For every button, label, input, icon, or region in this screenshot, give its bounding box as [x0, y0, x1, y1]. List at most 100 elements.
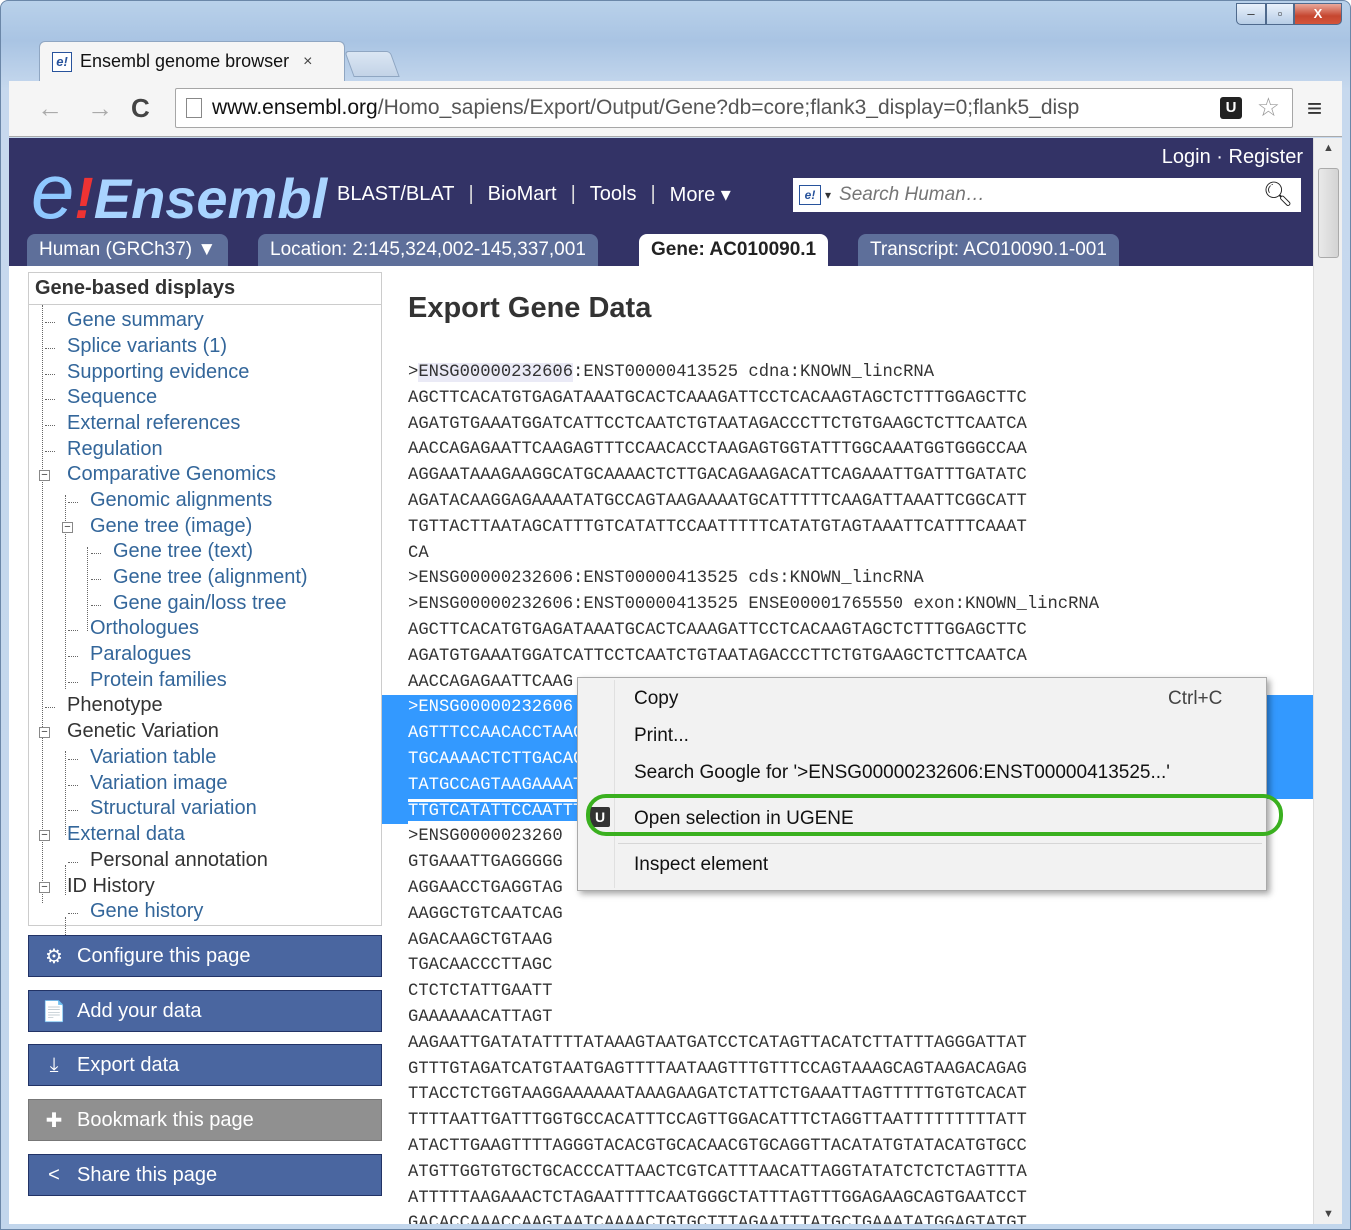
biomart-link[interactable]: BioMart: [488, 183, 557, 206]
close-window-button[interactable]: X: [1294, 3, 1342, 25]
sequence-line: ATGTTGGTGTGCTGCACCCATTAACTCGTCATTTAACATT…: [408, 1162, 1027, 1182]
sidebar-item[interactable]: External references: [67, 412, 240, 435]
chevron-down-icon[interactable]: ▾: [825, 188, 831, 202]
sequence-line: AGATACAAGGAGAAAATATGCCAGTAAGAAAATGCATTTT…: [408, 491, 1027, 511]
sequence-line: AAGAATTGATATATTTTATAAAGTAATGATCCTCATAGTT…: [408, 1033, 1027, 1053]
leftnav-title: Gene-based displays: [29, 273, 381, 305]
fasta-header: >ENSG00000232606:ENST00000413525 cdna:KN…: [408, 363, 935, 382]
sidebar-item[interactable]: External data: [67, 823, 185, 846]
maximize-button[interactable]: ▫: [1266, 3, 1294, 25]
bookmark-icon: ✚: [45, 1109, 63, 1132]
blast-link[interactable]: BLAST/BLAT: [337, 183, 454, 206]
search-engine-icon[interactable]: e!: [799, 185, 821, 205]
tree-expander-icon[interactable]: −: [62, 522, 73, 533]
login-link[interactable]: Login: [1162, 146, 1211, 168]
sequence-line: TGACAACCCTTAGC: [408, 956, 553, 976]
tab-location[interactable]: Location: 2:145,324,002-145,337,001: [258, 234, 598, 266]
search-box: e! ▾ 🔍︎: [793, 178, 1301, 212]
minimize-button[interactable]: –: [1236, 3, 1266, 25]
sidebar-item[interactable]: Gene tree (alignment): [113, 566, 308, 589]
ensembl-favicon-icon: e!: [52, 51, 72, 72]
menu-item-inspect[interactable]: Inspect element: [634, 854, 768, 876]
scroll-up-icon[interactable]: ▲: [1323, 142, 1334, 154]
tab-gene[interactable]: Gene: AC010090.1: [639, 234, 829, 266]
sidebar-item[interactable]: Gene tree (text): [113, 540, 253, 563]
browser-toolbar: ← → C www.ensembl.org /Homo_sapiens/Expo…: [9, 81, 1342, 137]
page-icon: [186, 98, 202, 118]
scroll-thumb[interactable]: [1318, 168, 1339, 258]
sidebar-item[interactable]: Sequence: [67, 386, 157, 409]
fasta-header: >ENSG00000232606:ENST00000413525 cds:KNO…: [408, 569, 924, 589]
sidebar-item[interactable]: Gene tree (image): [90, 515, 252, 538]
forward-icon[interactable]: →: [87, 93, 113, 124]
sequence-line: GTTTGTAGATCATGTAATGAGTTTTAATAAGTTTGTTTCC…: [408, 1059, 1027, 1079]
address-bar[interactable]: www.ensembl.org /Homo_sapiens/Export/Out…: [175, 88, 1293, 128]
bookmark-page-button[interactable]: ✚ Bookmark this page: [28, 1099, 382, 1141]
sidebar-item[interactable]: Personal annotation: [90, 849, 268, 872]
share-page-button[interactable]: < Share this page: [28, 1154, 382, 1196]
vertical-scrollbar[interactable]: ▲ ▼: [1313, 138, 1342, 1224]
fasta-header: >ENSG00000232606:ENST00000413525 ENSE000…: [408, 595, 1100, 615]
sidebar-item[interactable]: Paralogues: [90, 643, 191, 666]
url-host: www.ensembl.org: [212, 96, 378, 119]
add-data-button[interactable]: 📄 Add your data: [28, 990, 382, 1032]
copy-shortcut: Ctrl+C: [1168, 688, 1223, 709]
tree-expander-icon[interactable]: −: [39, 830, 50, 841]
menu-item-search-google[interactable]: Search Google for '>ENSG00000232606:ENST…: [634, 762, 1170, 784]
window-controls: – ▫ X: [1236, 3, 1342, 25]
sidebar-item[interactable]: Variation table: [90, 746, 216, 769]
sidebar-item[interactable]: Comparative Genomics: [67, 463, 276, 486]
sidebar-item[interactable]: Genetic Variation: [67, 720, 219, 743]
sidebar-item[interactable]: Supporting evidence: [67, 361, 249, 384]
sidebar-item[interactable]: Gene summary: [67, 309, 204, 332]
sequence-line: AGATGTGAAATGGATCATTCCTCAATCTGTAATAGACCCT…: [408, 646, 1027, 666]
browser-tab[interactable]: e! Ensembl genome browser ×: [39, 41, 345, 81]
sequence-line: AACCAGAGAATTCAAGAGTTTCCAACACCTAAGAGTGGTA…: [408, 440, 1027, 460]
new-tab-button[interactable]: [344, 51, 400, 77]
sidebar-item[interactable]: Splice variants (1): [67, 335, 227, 358]
sidebar-item[interactable]: Orthologues: [90, 617, 199, 640]
sequence-line: TTTTAATTGATTTGGTGCCACATTTCCAGTTGGACATTTC…: [408, 1111, 1027, 1131]
ensembl-logo[interactable]: e!Ensembl: [31, 146, 327, 237]
menu-item-print[interactable]: Print...: [634, 725, 689, 747]
tree-expander-icon[interactable]: −: [39, 882, 50, 893]
ugene-extension-icon[interactable]: U: [1220, 97, 1242, 119]
sidebar-item[interactable]: Genomic alignments: [90, 489, 272, 512]
page-title: Export Gene Data: [408, 292, 652, 324]
sidebar-item[interactable]: Variation image: [90, 772, 227, 795]
top-nav: BLAST/BLAT | BioMart | Tools | More ▾: [337, 182, 731, 207]
sequence-line: AGGAATAAAGAAGGCATGCAAAACTCTTGACAGAAGACAT…: [408, 466, 1027, 486]
tab-species[interactable]: Human (GRCh37) ▼: [27, 234, 229, 266]
tab-close-icon[interactable]: ×: [303, 53, 312, 71]
sidebar-item[interactable]: Phenotype: [67, 694, 163, 717]
sequence-line: AGATGTGAAATGGATCATTCCTCAATCTGTAATAGACCCT…: [408, 414, 1027, 434]
tools-link[interactable]: Tools: [590, 183, 637, 206]
gear-icon: ⚙: [45, 945, 63, 968]
hamburger-menu-icon[interactable]: ≡: [1307, 93, 1322, 124]
configure-page-button[interactable]: ⚙ Configure this page: [28, 935, 382, 977]
more-menu[interactable]: More ▾: [670, 182, 731, 207]
sequence-line: CA: [408, 543, 429, 563]
sequence-line: CTCTCTATTGAATT: [408, 982, 553, 1002]
search-icon[interactable]: 🔍︎: [1263, 180, 1293, 209]
menu-item-copy[interactable]: Copy Ctrl+C: [634, 688, 1222, 710]
sidebar-item[interactable]: Structural variation: [90, 797, 257, 820]
browser-window: – ▫ X e! Ensembl genome browser × ← → C …: [0, 0, 1351, 1230]
search-input[interactable]: [839, 184, 1260, 206]
scroll-down-icon[interactable]: ▼: [1323, 1208, 1334, 1220]
sidebar-item[interactable]: Regulation: [67, 438, 163, 461]
tab-title: Ensembl genome browser: [80, 51, 290, 71]
register-link[interactable]: Register: [1229, 146, 1303, 168]
star-icon[interactable]: ☆: [1257, 92, 1280, 123]
tree-expander-icon[interactable]: −: [39, 470, 50, 481]
sidebar-item[interactable]: Protein families: [90, 669, 227, 692]
sequence-line: ATACTTGAAGTTTTAGGGTACACGTGCACAACGTGCAGGT…: [408, 1136, 1027, 1156]
sidebar-item[interactable]: ID History: [67, 875, 155, 898]
back-icon[interactable]: ←: [37, 93, 63, 124]
sidebar-item[interactable]: Gene history: [90, 900, 203, 923]
sidebar-item[interactable]: Gene gain/loss tree: [113, 592, 286, 615]
tab-transcript[interactable]: Transcript: AC010090.1-001: [858, 234, 1119, 266]
export-data-button[interactable]: ⤓ Export data: [28, 1044, 382, 1086]
reload-icon[interactable]: C: [131, 93, 150, 124]
tree-expander-icon[interactable]: −: [39, 727, 50, 738]
